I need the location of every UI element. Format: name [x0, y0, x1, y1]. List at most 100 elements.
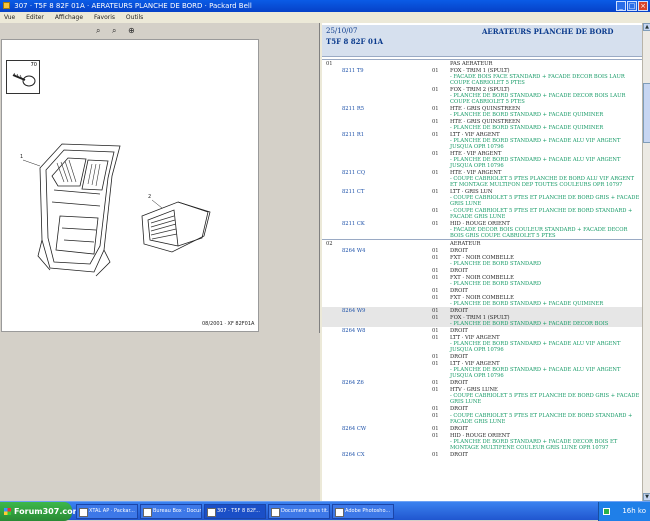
parts-row[interactable]: 8211 T9 01 FOX · TRIM 1 (SPULT) - FACADE BO… [322, 67, 642, 86]
scrollbar-thumb[interactable] [643, 83, 650, 143]
part-label: HTE · VIF ARGENT [450, 170, 502, 176]
parts-row[interactable]: 01 PAS AERATEUR [322, 60, 642, 67]
part-label: FXT · NOIR COMBELLE [450, 295, 514, 301]
part-description: - COUPE CABRIOLET 5 PTES ET PLANCHE DE B… [450, 195, 640, 207]
parts-row[interactable]: 8211 R5 01 HTE · GRIS QUINSTREEN - PLANCHE … [322, 105, 642, 118]
parts-row[interactable]: 01 FOX · TRIM 2 (SPULT) - PLANCHE DE BORD … [322, 86, 642, 105]
parts-row[interactable]: 8264 W4 01 DROIT [322, 247, 642, 254]
parts-row[interactable]: 01 DROIT [322, 287, 642, 294]
part-reference-link[interactable]: 8211 T9 [342, 68, 364, 74]
parts-row[interactable]: 01 FOX · TRIM 1 (SPULT) - PLANCHE DE BORD … [322, 314, 642, 327]
part-label: FOX · TRIM 1 (SPULT) [450, 68, 510, 74]
part-description: - COUPE CABRIOLET 5 PTES ET PLANCHE DE B… [450, 208, 633, 220]
parts-row[interactable]: 01 - COUPE CABRIOLET 5 PTES ET PLANCHE DE… [322, 412, 642, 425]
part-quantity: 01 [432, 119, 439, 125]
part-label: FXT · NOIR COMBELLE [450, 275, 514, 281]
part-description: - PLANCHE DE BORD STANDARD + FACADE ALU … [450, 138, 621, 150]
task-307-viewer[interactable]: 307 · T5F 8 82F... [204, 504, 266, 519]
task-xtal[interactable]: XTAL AP · Packar... [76, 504, 138, 519]
part-quantity: 01 [432, 413, 439, 419]
part-label: DROIT [450, 354, 468, 360]
part-reference-link[interactable]: 8211 CT [342, 189, 364, 195]
parts-row[interactable]: 01 - COUPE CABRIOLET 5 PTES ET PLANCHE DE… [322, 207, 642, 220]
scroll-up-icon[interactable]: ▲ [643, 23, 650, 31]
task-photoshop[interactable]: Adobe Photosho... [332, 504, 394, 519]
parts-row[interactable]: 01 HTE · VIF ARGENT - PLANCHE DE BORD STAN… [322, 150, 642, 169]
part-label: FOX · TRIM 1 (SPULT) [450, 315, 510, 321]
part-reference-link[interactable]: 8211 R1 [342, 132, 364, 138]
parts-row[interactable]: 8264 CW 01 DROIT [322, 425, 642, 432]
parts-row[interactable]: 8264 W8 01 DROIT [322, 327, 642, 334]
part-label: HID · ROUGE ORIENT [450, 221, 510, 227]
part-description: - COUPE CABRIOLET 5 PTES ET PLANCHE DE B… [450, 413, 633, 425]
part-reference-link[interactable]: 8211 CQ [342, 170, 365, 176]
part-quantity: 01 [432, 452, 439, 458]
part-reference-link[interactable]: 8211 R5 [342, 106, 364, 112]
parts-row[interactable]: 8211 CK 01 HID · ROUGE ORIENT - FACADE DECO… [322, 220, 642, 239]
start-button[interactable]: Forum307.com [0, 502, 81, 521]
minimize-button[interactable]: _ [616, 1, 626, 11]
part-label: LTT · VIF ARGENT [450, 335, 500, 341]
parts-row[interactable]: 8264 W9 01 DROIT [322, 307, 642, 314]
parts-row[interactable]: 01 LTT · VIF ARGENT - PLANCHE DE BORD STAN… [322, 334, 642, 353]
parts-row[interactable]: 01 DROIT [322, 353, 642, 360]
zoom-out-icon[interactable]: ⌕ [112, 26, 121, 35]
part-reference-link[interactable]: 8264 CX [342, 452, 365, 458]
tray-text: 16h ko [622, 507, 646, 515]
menu-editer[interactable]: Editer [26, 14, 44, 21]
vertical-scrollbar[interactable]: ▲ ▼ [642, 23, 650, 501]
part-quantity: 01 [432, 151, 439, 157]
part-label: FXT · NOIR COMBELLE [450, 255, 514, 261]
part-quantity: 01 [432, 106, 439, 112]
parts-list-panel: 25/10/07 T5F 8 82F 01A AERATEURS PLANCHE… [322, 23, 650, 501]
part-label: AERATEUR [450, 241, 481, 247]
parts-row[interactable]: 8211 R1 01 LTT · VIF ARGENT - PLANCHE DE BO… [322, 131, 642, 150]
parts-row[interactable]: 01 FXT · NOIR COMBELLE - PLANCHE DE BORD S… [322, 274, 642, 287]
part-quantity: 01 [432, 433, 439, 439]
part-reference-link[interactable]: 8211 CK [342, 221, 365, 227]
part-quantity: 01 [432, 361, 439, 367]
window-title: 307 · T5F 8 82F 01A · AERATEURS PLANCHE … [14, 2, 252, 10]
parts-row[interactable]: 8211 CQ 01 HTE · VIF ARGENT - COUPE CABRIOL… [322, 169, 642, 188]
part-label: FOX · TRIM 2 (SPULT) [450, 87, 510, 93]
part-description: - FACADE BOIS FACE STANDARD + FACADE DEC… [450, 74, 625, 86]
parts-row[interactable]: 8264 CX 01 DROIT [322, 451, 642, 458]
scroll-down-icon[interactable]: ▼ [643, 493, 650, 501]
task-bureau-box[interactable]: Bureau Box · Docume... [140, 504, 202, 519]
parts-row[interactable]: 01 LTT · VIF ARGENT - PLANCHE DE BORD STAN… [322, 360, 642, 379]
parts-row[interactable]: 01 HID · ROUGE ORIENT - PLANCHE DE BORD ST… [322, 432, 642, 451]
parts-row[interactable]: 8264 Z6 01 DROIT [322, 379, 642, 386]
menu-vue[interactable]: Vue [4, 14, 15, 21]
network-icon[interactable] [603, 508, 610, 515]
part-quantity: 01 [432, 255, 439, 261]
parts-row[interactable]: 02 AERATEUR [322, 240, 642, 247]
parts-row[interactable]: 01 DROIT [322, 267, 642, 274]
parts-row[interactable]: 01 DROIT [322, 405, 642, 412]
header-title: AERATEURS PLANCHE DE BORD [482, 27, 614, 36]
part-label-1: 1 [20, 154, 23, 160]
parts-row[interactable]: 01 FXT · NOIR COMBELLE - PLANCHE DE BORD S… [322, 294, 642, 307]
zoom-in-icon[interactable]: ⌕ [96, 26, 105, 35]
maximize-button[interactable]: □ [627, 1, 637, 11]
task-document[interactable]: Document sans tit... [268, 504, 330, 519]
part-quantity: 01 [432, 295, 439, 301]
zoom-fit-icon[interactable]: ⊕ [128, 26, 137, 35]
app-icon [3, 2, 10, 9]
part-description: - PLANCHE DE BORD STANDARD + FACADE ALU … [450, 341, 621, 353]
parts-row[interactable]: 01 HTV · GRIS LUNE - COUPE CABRIOLET 5 PTE… [322, 386, 642, 405]
parts-list: 01 PAS AERATEUR 8211 T9 01 FOX · TRIM 1 (SPU… [322, 59, 642, 458]
parts-row[interactable]: 8211 CT 01 LTT · GRIS LUN - COUPE CABRIOLET… [322, 188, 642, 207]
header-code: T5F 8 82F 01A [326, 37, 384, 46]
part-label: DROIT [450, 268, 468, 274]
part-label: HTV · GRIS LUNE [450, 387, 498, 393]
close-button[interactable]: × [638, 1, 648, 11]
parts-row[interactable]: 01 HTE · GRIS QUINSTREEN - PLANCHE DE BORD… [322, 118, 642, 131]
menu-affichage[interactable]: Affichage [55, 14, 83, 21]
part-label: DROIT [450, 452, 468, 458]
parts-row[interactable]: 01 FXT · NOIR COMBELLE - PLANCHE DE BORD S… [322, 254, 642, 267]
menu-outils[interactable]: Outils [126, 14, 143, 21]
system-tray: 16h ko [598, 502, 650, 521]
menu-favoris[interactable]: Favoris [94, 14, 115, 21]
parts-list-header: 25/10/07 T5F 8 82F 01A AERATEURS PLANCHE… [322, 25, 642, 57]
parts-drawing: 70 1 2 08/2001 · XF 82F01A [1, 39, 259, 332]
